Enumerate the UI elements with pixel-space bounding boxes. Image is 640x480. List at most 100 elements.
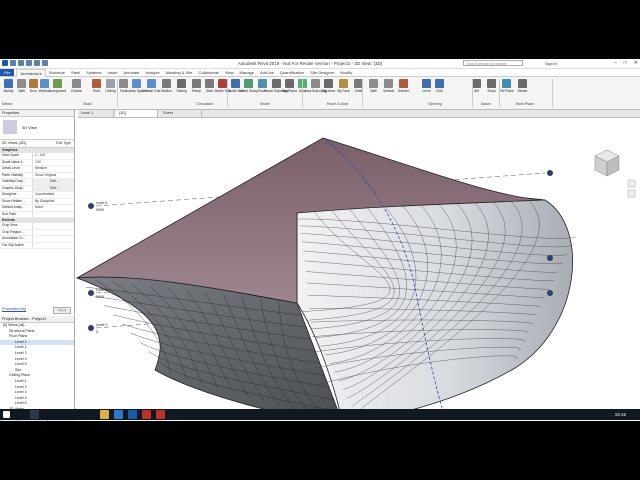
sign-in-link[interactable]: Sign In	[545, 61, 557, 66]
tag-room-tool-button[interactable]: Tag Room	[282, 79, 297, 93]
print-icon[interactable]	[42, 60, 48, 66]
level-head-icon[interactable]	[88, 325, 94, 331]
property-value[interactable]: Coordination	[32, 192, 74, 198]
search-input[interactable]: Type a keyword or phrase	[463, 60, 523, 66]
tab-steel[interactable]: Steel	[68, 69, 83, 76]
viewer-tool-button[interactable]: Viewer	[516, 79, 529, 93]
mullion-tool-button[interactable]: Mullion	[160, 79, 173, 93]
tab-collaborate[interactable]: Collaborate	[195, 69, 221, 76]
tag-area-tool-button[interactable]: Tag Area	[322, 79, 335, 93]
tab-file[interactable]: File	[0, 69, 15, 76]
curtain-system-model[interactable]: Level 4 9000 Level 2 3000 Level 1 0	[75, 118, 640, 411]
browser-icon[interactable]	[114, 410, 123, 419]
save-icon[interactable]	[18, 60, 24, 66]
revit-icon[interactable]	[128, 410, 137, 419]
curtain-system-tool-button[interactable]: Curtain System	[125, 79, 148, 93]
tab-modify[interactable]: Modify	[337, 69, 355, 76]
dormer-icon	[399, 79, 408, 88]
type-name: 3D View	[22, 125, 37, 130]
panel-label-circulation[interactable]: Circulation	[185, 102, 225, 106]
property-value[interactable]	[32, 223, 74, 229]
maximize-icon[interactable]: □	[624, 60, 627, 66]
roof-tool-button[interactable]: Roof	[90, 79, 103, 93]
panel-label-work-plane[interactable]: Work Plane	[500, 102, 550, 106]
level-head-icon[interactable]	[547, 170, 553, 176]
ref-plane-tool-button[interactable]: Ref Plane	[499, 79, 514, 93]
tab-massing-site[interactable]: Massing & Site	[163, 69, 196, 76]
property-value[interactable]: 1 : 100	[32, 153, 74, 159]
search-taskbar-icon[interactable]	[30, 410, 39, 419]
level-head-icon[interactable]	[547, 255, 553, 261]
app-icon[interactable]	[156, 410, 165, 419]
tab-annotate[interactable]: Annotate	[121, 69, 143, 76]
property-value[interactable]: Medium	[32, 166, 74, 172]
property-value[interactable]	[32, 229, 74, 235]
dormer-tool-button[interactable]: Dormer	[397, 79, 410, 93]
apply-button[interactable]: Apply	[53, 307, 71, 314]
doc-tab[interactable]: Level 1	[78, 110, 114, 117]
tab-structure[interactable]: Structure	[46, 69, 68, 76]
doc-tab[interactable]: {3D}	[116, 110, 158, 117]
explorer-icon[interactable]	[100, 410, 109, 419]
view-instance-selector[interactable]: 3D Views: {3D} Edit Type	[0, 140, 74, 148]
panel-label-opening[interactable]: Opening	[400, 102, 470, 106]
view-cube[interactable]	[594, 149, 620, 177]
select-dropdown[interactable]: Select	[2, 102, 12, 106]
edit-type-button[interactable]: Edit Type	[56, 140, 71, 147]
ceiling-tool-button[interactable]: Ceiling	[104, 79, 117, 93]
model-group-tool-button[interactable]: Model Group	[239, 79, 258, 93]
shaft-tool-button[interactable]: Shaft	[352, 79, 365, 93]
minimize-icon[interactable]: –	[614, 60, 617, 66]
level-head-icon[interactable]	[88, 290, 94, 296]
property-value[interactable]	[32, 242, 74, 248]
acrobat-icon[interactable]	[142, 410, 151, 419]
undo-icon[interactable]	[26, 60, 32, 66]
area-boundary-tool-button[interactable]: Area Boundary	[305, 79, 327, 93]
column-tool-button[interactable]: Column	[70, 79, 83, 93]
property-value[interactable]: By Discipline	[32, 198, 74, 204]
grid-tool-button[interactable]: Grid	[433, 79, 446, 93]
property-value[interactable]: Edit...	[32, 185, 74, 191]
app-menu-icon[interactable]	[2, 60, 8, 66]
level-head-icon[interactable]	[547, 290, 553, 296]
property-value[interactable]: Edit...	[32, 179, 74, 185]
close-icon[interactable]: ✕	[634, 60, 638, 66]
level-tool-button[interactable]: Level	[420, 79, 433, 93]
tab-insert[interactable]: Insert	[105, 69, 121, 76]
curtain-grid-tool-button[interactable]: Curtain Grid	[143, 79, 160, 93]
wall-tool-button[interactable]: Wall	[367, 79, 380, 93]
property-value[interactable]: 100	[32, 159, 74, 165]
panel-label-datum[interactable]: Datum	[475, 102, 497, 106]
modify-tool-button[interactable]: Modify	[2, 79, 15, 93]
tab-architecture[interactable]: Architecture	[16, 68, 46, 77]
property-value[interactable]: Show Original	[32, 172, 74, 178]
doc-tab[interactable]: Sheet	[160, 110, 202, 117]
show-tool-button[interactable]: Show	[485, 79, 498, 93]
tab-add-ins[interactable]: Add-Ins	[257, 69, 277, 76]
3d-view-canvas[interactable]: Level 4 9000 Level 2 3000 Level 1 0	[75, 118, 640, 411]
tab-systems[interactable]: Systems	[83, 69, 104, 76]
property-value[interactable]: None	[32, 205, 74, 211]
properties-help-link[interactable]: Properties help	[2, 307, 26, 311]
tab-quantification[interactable]: Quantification	[277, 69, 307, 76]
redo-icon[interactable]	[34, 60, 40, 66]
panel-label-model[interactable]: Model	[230, 102, 300, 106]
component-tool-button[interactable]: Component	[49, 79, 66, 93]
railing-tool-button[interactable]: Railing	[175, 79, 188, 93]
tab-view[interactable]: View	[222, 69, 237, 76]
panel-label-build[interactable]: Build	[60, 102, 115, 106]
tab-site-designer[interactable]: Site Designer	[307, 69, 337, 76]
vertical-tool-button[interactable]: Vertical	[382, 79, 395, 93]
panel-label-room-area[interactable]: Room & Area	[315, 102, 360, 106]
type-selector[interactable]: 3D View	[0, 117, 74, 140]
tab-manage[interactable]: Manage	[237, 69, 257, 76]
start-icon[interactable]	[3, 411, 10, 418]
level-head-icon[interactable]	[88, 203, 94, 209]
property-value[interactable]	[32, 211, 74, 217]
tab-analyze[interactable]: Analyze	[143, 69, 163, 76]
property-value[interactable]	[32, 236, 74, 242]
open-icon[interactable]	[10, 60, 16, 66]
by-face-tool-button[interactable]: By Face	[337, 79, 350, 93]
navigation-bar[interactable]	[627, 179, 636, 198]
ramp-tool-button[interactable]: Ramp	[190, 79, 203, 93]
